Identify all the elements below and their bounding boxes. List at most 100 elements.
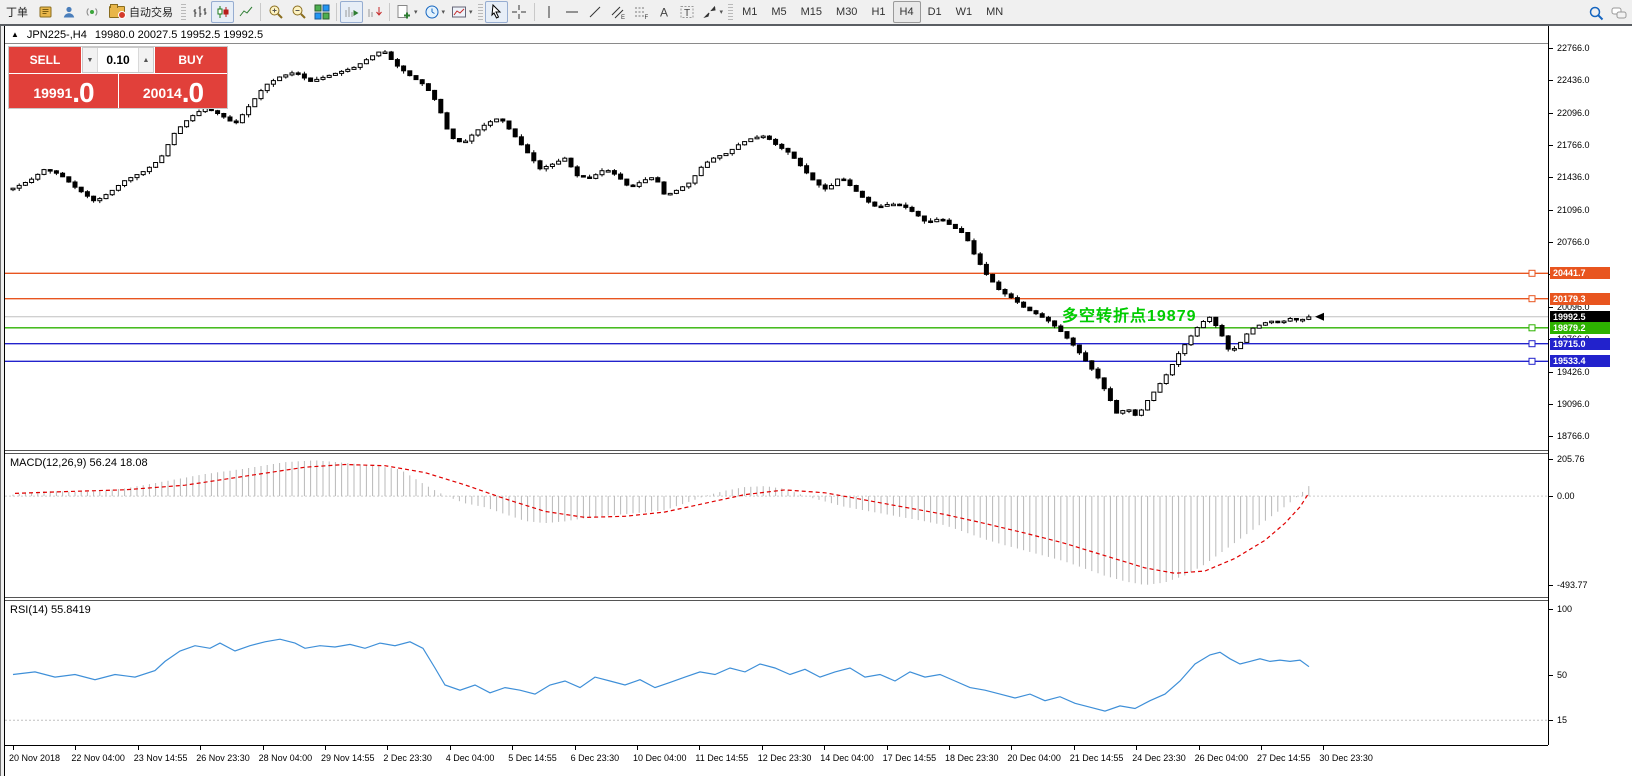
chat-button[interactable]: [1607, 2, 1630, 24]
time-axis-label: 22 Nov 04:00: [71, 753, 125, 763]
axis-tick: [1549, 145, 1553, 146]
timeframe-button-M5[interactable]: M5: [764, 1, 793, 23]
channel-button[interactable]: E: [607, 1, 630, 23]
time-tick: [1198, 746, 1200, 750]
volume-down-button[interactable]: ▼: [83, 48, 98, 72]
buy-button[interactable]: BUY: [155, 47, 227, 73]
fibonacci-button[interactable]: F: [630, 1, 653, 23]
time-tick: [761, 746, 763, 750]
price-tick-label: 21436.0: [1557, 172, 1590, 182]
cursor-button[interactable]: [484, 1, 508, 23]
timeframe-button-H1[interactable]: H1: [864, 1, 892, 23]
zoom-in-icon: [268, 4, 284, 20]
volume-up-button[interactable]: ▲: [138, 48, 153, 72]
time-tick: [1323, 746, 1325, 750]
text-label-button[interactable]: T: [676, 1, 699, 23]
timeframe-button-MN[interactable]: MN: [979, 1, 1010, 23]
time-tick: [512, 746, 514, 750]
timeframe-button-H4[interactable]: H4: [892, 1, 921, 23]
vertical-line-button[interactable]: [538, 1, 561, 23]
chart-shift-button[interactable]: [363, 1, 386, 23]
time-axis-label: 26 Nov 23:30: [196, 753, 250, 763]
auto-trading-button[interactable]: 自动交易: [103, 1, 179, 23]
price-line-label[interactable]: 19879.2: [1550, 322, 1610, 334]
time-axis[interactable]: 20 Nov 2018 22 Nov 04:00 23 Nov 14:55 26 No…: [5, 745, 1548, 776]
candlestick-chart-icon: [215, 4, 231, 20]
candlestick-chart-button[interactable]: [211, 1, 234, 23]
price-tick-label: -493.77: [1557, 580, 1588, 590]
toolbar-drag-handle[interactable]: [181, 4, 186, 20]
price-line-label[interactable]: 20179.3: [1550, 293, 1610, 305]
time-tick: [1261, 746, 1262, 750]
time-axis-label: 30 Dec 23:30: [1319, 753, 1373, 763]
address-book-button[interactable]: [34, 1, 57, 23]
template-button[interactable]: ▾: [448, 1, 476, 23]
timeframe-button-D1[interactable]: D1: [921, 1, 949, 23]
timeframe-button-M30[interactable]: M30: [829, 1, 864, 23]
time-axis-label: 23 Nov 14:55: [133, 753, 188, 763]
zoom-out-button[interactable]: [287, 1, 310, 23]
price-tick-label: 21096.0: [1557, 205, 1590, 215]
tile-windows-button[interactable]: [310, 1, 333, 23]
timeframe-button-M1[interactable]: M1: [735, 1, 764, 23]
auto-scroll-button[interactable]: [340, 1, 363, 23]
time-axis-label: 29 Nov 14:55: [321, 753, 375, 763]
price-tick-label: 18766.0: [1557, 431, 1590, 441]
time-tick: [949, 746, 950, 750]
macd-pane[interactable]: MACD(12,26,9) 56.24 18.08: [5, 454, 1548, 597]
arrows-button[interactable]: ▾: [699, 1, 727, 23]
timeframe-button-W1[interactable]: W1: [949, 1, 980, 23]
period-button[interactable]: ▾: [421, 1, 449, 23]
price-tick-label: 21766.0: [1557, 140, 1590, 150]
price-chart-pane[interactable]: [5, 44, 1548, 450]
time-axis-label: 27 Dec 14:55: [1257, 753, 1311, 763]
channel-icon: E: [610, 4, 626, 20]
price-line-label[interactable]: 19533.4: [1550, 355, 1610, 367]
time-axis-label: 12 Dec 23:30: [757, 753, 812, 763]
rsi-pane[interactable]: RSI(14) 55.8419: [5, 601, 1548, 745]
add-indicator-button[interactable]: ▾: [393, 1, 421, 23]
one-click-trading-panel: SELL ▼ ▲ BUY 19991.0 20014.0: [8, 46, 228, 109]
price-line-label[interactable]: 19715.0: [1550, 338, 1610, 350]
buy-price[interactable]: 20014.0: [119, 74, 227, 108]
dropdown-arrow-icon: ▾: [414, 9, 418, 16]
toolbar-drag-handle[interactable]: [728, 4, 734, 20]
time-axis-label: 17 Dec 14:55: [882, 753, 937, 763]
horizontal-line-button[interactable]: [561, 1, 584, 23]
toolbar-drag-handle[interactable]: [477, 4, 483, 20]
svg-text:F: F: [645, 15, 649, 20]
svg-text:T: T: [684, 8, 690, 19]
time-tick: [824, 746, 826, 750]
price-tick-label: 19426.0: [1557, 367, 1590, 377]
bar-chart-button[interactable]: [188, 1, 211, 23]
text-button[interactable]: A: [653, 1, 676, 23]
time-axis-label: 28 Nov 04:00: [258, 753, 313, 763]
price-axis[interactable]: 22766.0 22436.0 22096.0 21766.0 21436.0 21096…: [1548, 26, 1632, 745]
time-tick: [200, 746, 202, 750]
profile-button[interactable]: [57, 1, 80, 23]
sell-button[interactable]: SELL: [9, 47, 81, 73]
line-chart-button[interactable]: [234, 1, 257, 23]
trendline-button[interactable]: [584, 1, 607, 23]
new-order-button[interactable]: 丁单: [0, 1, 34, 23]
axis-tick: [1549, 242, 1553, 243]
svg-text:A: A: [660, 6, 668, 20]
time-tick: [325, 746, 326, 750]
chart-window: ▲ JPN225-,H4 19980.0 20027.5 19952.5 199…: [0, 26, 1632, 776]
sell-price[interactable]: 19991.0: [9, 74, 118, 108]
timeframe-button-M15[interactable]: M15: [794, 1, 829, 23]
ohlc-values: 19980.0 20027.5 19952.5 19992.5: [94, 28, 264, 41]
chart-annotation[interactable]: 多空转折点19879: [1062, 302, 1197, 326]
crosshair-button[interactable]: [508, 1, 531, 23]
search-button[interactable]: [1584, 2, 1607, 24]
volume-input[interactable]: [98, 48, 138, 72]
time-tick: [262, 746, 264, 750]
chart-shift-icon: [367, 4, 383, 20]
time-tick: [1011, 746, 1013, 750]
zoom-in-button[interactable]: [264, 1, 287, 23]
signal-button[interactable]: [80, 1, 103, 23]
time-axis-label: 18 Dec 23:30: [945, 753, 999, 763]
price-line-label[interactable]: 20441.7: [1550, 267, 1610, 279]
axis-tick: [1549, 609, 1553, 610]
collapse-icon[interactable]: ▲: [11, 30, 19, 39]
